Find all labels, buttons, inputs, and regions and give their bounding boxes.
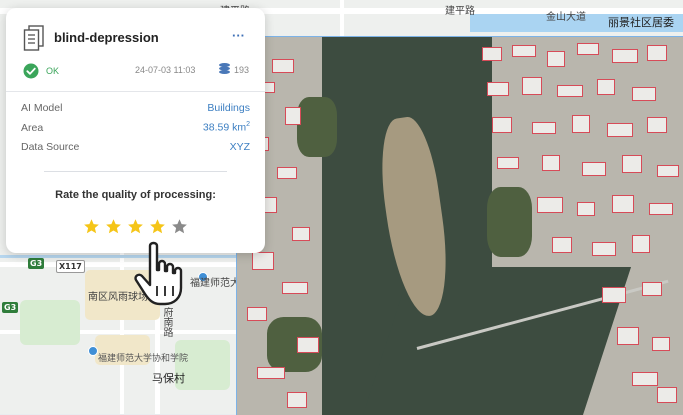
map-label-road: 府南路 — [161, 307, 172, 337]
detected-building[interactable] — [287, 392, 307, 408]
detected-building[interactable] — [647, 117, 667, 133]
star-icon-filled[interactable] — [83, 218, 100, 235]
map-label-road: 建平路 — [445, 6, 475, 17]
detected-building[interactable] — [257, 367, 285, 379]
detected-building[interactable] — [649, 203, 673, 215]
detected-building[interactable] — [552, 237, 572, 253]
detected-building[interactable] — [632, 87, 656, 101]
detected-building[interactable] — [642, 282, 662, 296]
vegetation — [487, 187, 532, 257]
detected-building[interactable] — [277, 167, 297, 179]
divider — [6, 91, 265, 92]
detected-building[interactable] — [592, 242, 616, 256]
detected-building[interactable] — [657, 387, 677, 403]
detected-building[interactable] — [282, 282, 308, 294]
coins-icon — [218, 62, 231, 81]
card-title: blind-depression — [54, 30, 159, 45]
detected-building[interactable] — [657, 165, 679, 177]
map-label-college: 福建师范大学协和学院 — [98, 354, 189, 364]
star-icon-filled[interactable] — [127, 218, 144, 235]
highway-shield: G3 — [2, 302, 19, 313]
card-header: blind-depression ··· OK 24-07-03 11:03 1… — [6, 8, 265, 88]
detected-building[interactable] — [492, 117, 512, 133]
detected-building[interactable] — [557, 85, 583, 97]
star-icon-empty[interactable] — [171, 218, 188, 235]
row-label-ai-model: AI Model — [21, 102, 63, 114]
detected-building[interactable] — [602, 287, 626, 303]
status-text: OK — [46, 66, 60, 76]
detected-building[interactable] — [607, 123, 633, 137]
document-icon — [23, 25, 45, 56]
credits-count: 193 — [234, 65, 250, 75]
vegetation — [297, 97, 337, 157]
detected-building[interactable] — [547, 51, 565, 67]
poi-marker[interactable] — [88, 346, 98, 356]
detected-building[interactable] — [622, 155, 642, 173]
divider — [44, 171, 227, 172]
star-icon-filled[interactable] — [149, 218, 166, 235]
highway-shield: X117 — [56, 260, 85, 273]
row-label-area: Area — [21, 122, 44, 134]
map-label-village: 马保村 — [152, 372, 185, 385]
road — [340, 0, 344, 36]
detected-building[interactable] — [512, 45, 536, 57]
detected-building[interactable] — [482, 47, 502, 61]
detected-building[interactable] — [632, 235, 650, 253]
detected-building[interactable] — [497, 157, 519, 169]
detected-building[interactable] — [542, 155, 560, 171]
detected-building[interactable] — [647, 45, 667, 61]
detected-building[interactable] — [285, 107, 301, 125]
detected-building[interactable] — [487, 82, 509, 96]
row-value-ai-model[interactable]: Buildings — [207, 102, 250, 114]
hand-cursor-icon — [130, 240, 192, 310]
rating-stars[interactable] — [83, 218, 188, 236]
park-area — [20, 300, 80, 345]
detected-building[interactable] — [247, 307, 267, 321]
detected-building[interactable] — [612, 49, 638, 63]
rating-prompt: Rate the quality of processing: — [55, 189, 216, 201]
highway-shield: G3 — [28, 258, 45, 269]
map-label-road: 金山大道 — [546, 12, 586, 23]
timestamp: 24-07-03 11:03 — [135, 65, 196, 75]
area-value: 38.59 km — [202, 121, 247, 134]
row-value-area: 38.59 km2 — [203, 121, 250, 134]
detected-building[interactable] — [297, 337, 319, 353]
detected-building[interactable] — [612, 195, 634, 213]
satellite-overlay[interactable] — [236, 36, 683, 415]
detected-building[interactable] — [532, 122, 556, 134]
row-value-data-source[interactable]: XYZ — [230, 141, 250, 153]
detected-building[interactable] — [597, 79, 615, 95]
detected-building[interactable] — [652, 337, 670, 351]
detected-building[interactable] — [577, 202, 595, 216]
check-circle-icon — [23, 63, 39, 84]
row-label-data-source: Data Source — [21, 141, 80, 153]
detected-building[interactable] — [632, 372, 658, 386]
detected-building[interactable] — [272, 59, 294, 73]
detected-building[interactable] — [252, 252, 274, 270]
map-label-district: 丽景社区居委 — [608, 16, 674, 29]
detected-building[interactable] — [522, 77, 542, 95]
processing-info-card: blind-depression ··· OK 24-07-03 11:03 1… — [6, 8, 265, 253]
detected-building[interactable] — [292, 227, 310, 241]
detected-building[interactable] — [582, 162, 606, 176]
detected-building[interactable] — [617, 327, 639, 345]
more-options-button[interactable]: ··· — [232, 28, 245, 43]
detected-building[interactable] — [572, 115, 590, 133]
detected-building[interactable] — [537, 197, 563, 213]
detected-building[interactable] — [577, 43, 599, 55]
star-icon-filled[interactable] — [105, 218, 122, 235]
area-unit-exponent: 2 — [246, 121, 250, 128]
